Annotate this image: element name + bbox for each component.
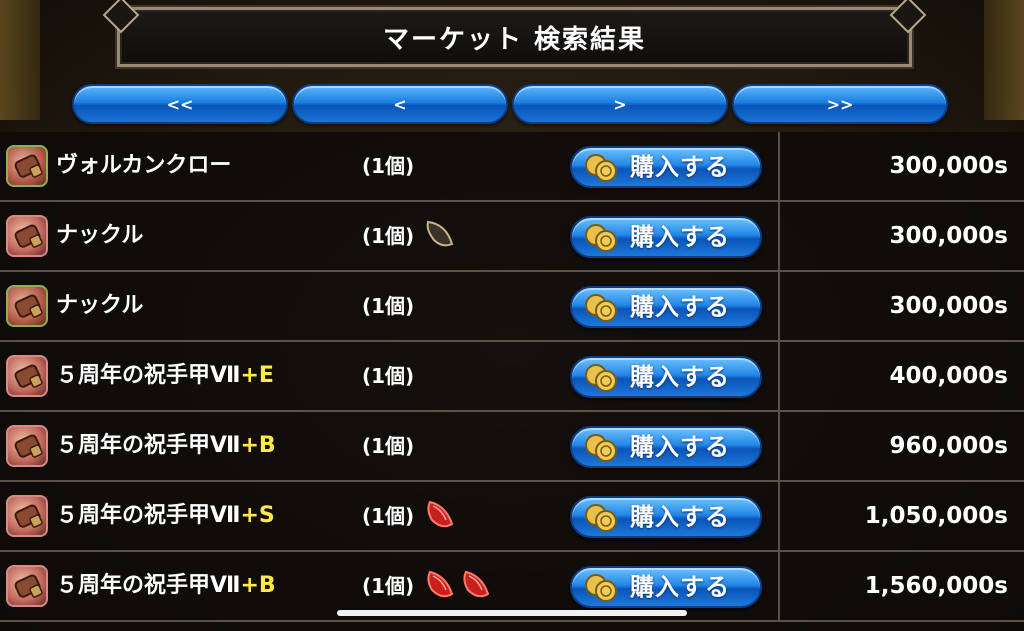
item-name-text: ナックル: [56, 223, 144, 248]
gauntlet-icon: [6, 425, 48, 467]
column-divider: [778, 412, 780, 480]
item-price: 300,000s: [889, 153, 1008, 179]
column-divider: [778, 132, 780, 200]
next-page-button[interactable]: >: [512, 84, 728, 124]
buy-button-label: 購入する: [630, 573, 730, 601]
item-name-text: ナックル: [56, 293, 144, 318]
item-quantity: (1個): [362, 154, 415, 178]
item-name: ナックル: [56, 272, 143, 340]
coin-icon: [585, 574, 617, 602]
market-listing-row: ナックル (1個) 購入する 300,000s: [0, 202, 1024, 272]
buy-button[interactable]: 購入する: [570, 286, 762, 328]
buy-button[interactable]: 購入する: [570, 356, 762, 398]
item-name: ５周年の祝手甲Ⅶ+E: [56, 342, 274, 410]
buy-button[interactable]: 購入する: [570, 146, 762, 188]
item-price: 300,000s: [889, 223, 1008, 249]
item-name: ５周年の祝手甲Ⅶ+B: [56, 412, 276, 480]
item-name-text: ５周年の祝手甲Ⅶ: [56, 503, 241, 528]
home-indicator[interactable]: [337, 610, 687, 616]
item-price: 1,560,000s: [864, 573, 1008, 599]
search-results-list: ヴォルカンクロー (1個) 購入する 300,000s ナックル (1個) 購入する 300,…: [0, 132, 1024, 631]
column-divider: [778, 202, 780, 270]
coin-icon: [585, 434, 617, 462]
column-divider: [778, 552, 780, 620]
coin-icon: [585, 364, 617, 392]
pagination-bar: << < > >>: [72, 84, 948, 126]
item-quantity: (1個): [362, 504, 415, 528]
item-quantity: (1個): [362, 434, 415, 458]
gauntlet-icon: [6, 565, 48, 607]
gem-slots: [424, 498, 456, 534]
item-price: 960,000s: [889, 433, 1008, 459]
page-title: マーケット 検索結果: [382, 24, 647, 55]
item-price: 1,050,000s: [864, 503, 1008, 529]
frame-ornament-right: [984, 0, 1024, 120]
buy-button-label: 購入する: [630, 363, 730, 391]
item-name-text: ５周年の祝手甲Ⅶ: [56, 363, 241, 388]
gem-slots: [424, 568, 492, 604]
gauntlet-icon: [6, 355, 48, 397]
buy-button-label: 購入する: [630, 223, 730, 251]
red-gem-icon: [463, 570, 490, 598]
red-gem-icon: [427, 570, 454, 598]
market-listing-row: ヴォルカンクロー (1個) 購入する 300,000s: [0, 132, 1024, 202]
item-grade: +B: [240, 573, 276, 598]
item-name: ５周年の祝手甲Ⅶ+B: [56, 552, 276, 620]
frame-ornament-left: [0, 0, 40, 120]
item-name: ５周年の祝手甲Ⅶ+S: [56, 482, 275, 550]
first-page-button[interactable]: <<: [72, 84, 288, 124]
buy-button[interactable]: 購入する: [570, 566, 762, 608]
market-listing-row: ナックル (1個) 購入する 300,000s: [0, 272, 1024, 342]
item-name-text: ヴォルカンクロー: [56, 153, 232, 178]
gauntlet-icon: [6, 215, 48, 257]
item-name-text: ５周年の祝手甲Ⅶ: [56, 433, 241, 458]
market-listing-row: ５周年の祝手甲Ⅶ+B (1個) 購入する 960,000s: [0, 412, 1024, 482]
coin-icon: [585, 504, 617, 532]
market-listing-row: ５周年の祝手甲Ⅶ+E (1個) 購入する 400,000s: [0, 342, 1024, 412]
buy-button-label: 購入する: [630, 153, 730, 181]
red-gem-icon: [427, 500, 454, 528]
column-divider: [778, 482, 780, 550]
item-quantity: (1個): [362, 294, 415, 318]
gauntlet-icon: [6, 145, 48, 187]
item-price: 300,000s: [889, 293, 1008, 319]
market-listing-row: ５周年の祝手甲Ⅶ+S (1個) 購入する 1,050,000s: [0, 482, 1024, 552]
item-name-text: ５周年の祝手甲Ⅶ: [56, 573, 241, 598]
buy-button[interactable]: 購入する: [570, 496, 762, 538]
buy-button[interactable]: 購入する: [570, 216, 762, 258]
item-name: ヴォルカンクロー: [56, 132, 231, 200]
last-page-button[interactable]: >>: [732, 84, 948, 124]
empty-gem-slot-icon: [426, 220, 454, 247]
coin-icon: [585, 294, 617, 322]
gauntlet-icon: [6, 285, 48, 327]
gauntlet-icon: [6, 495, 48, 537]
item-name: ナックル: [56, 202, 143, 270]
coin-icon: [585, 224, 617, 252]
prev-page-button[interactable]: <: [292, 84, 508, 124]
item-grade: +B: [240, 433, 276, 458]
item-price: 400,000s: [889, 363, 1008, 389]
buy-button-label: 購入する: [630, 503, 730, 531]
item-quantity: (1個): [362, 364, 415, 388]
column-divider: [778, 342, 780, 410]
coin-icon: [585, 154, 617, 182]
item-quantity: (1個): [362, 224, 415, 248]
buy-button-label: 購入する: [630, 433, 730, 461]
gem-slots: [424, 218, 456, 254]
item-grade: +E: [240, 363, 274, 388]
column-divider: [778, 272, 780, 340]
buy-button[interactable]: 購入する: [570, 426, 762, 468]
buy-button-label: 購入する: [630, 293, 730, 321]
title-banner: マーケット 検索結果: [117, 7, 912, 67]
item-grade: +S: [240, 503, 275, 528]
